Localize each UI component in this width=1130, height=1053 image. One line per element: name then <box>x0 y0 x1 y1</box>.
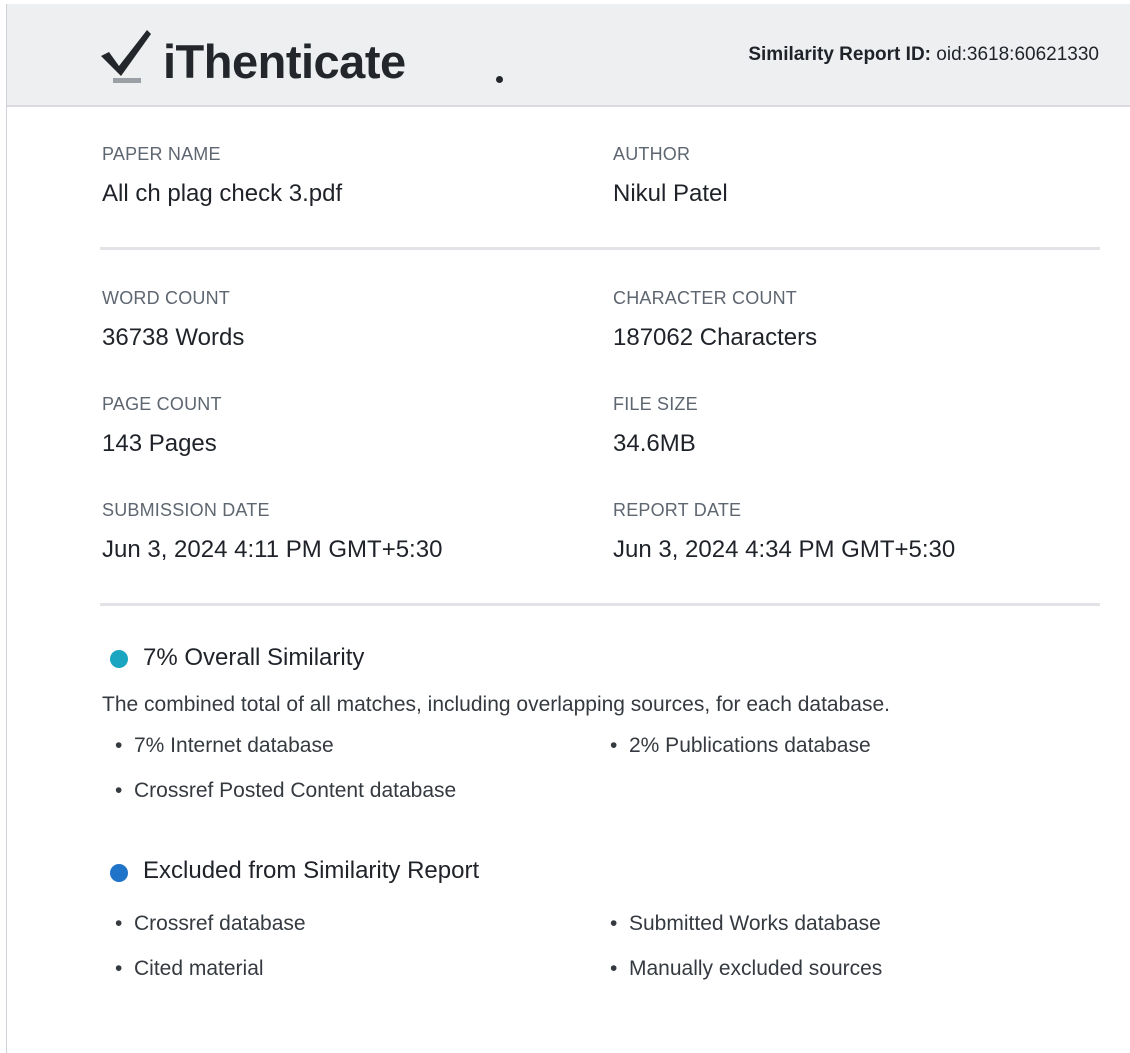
excluded-dot-icon <box>110 864 128 882</box>
registered-mark-icon <box>496 76 503 83</box>
similarity-description: The combined total of all matches, inclu… <box>102 693 890 716</box>
paper-name-value: All ch plag check 3.pdf <box>102 180 343 207</box>
bullet-icon: • <box>115 779 123 802</box>
excluded-title: Excluded from Similarity Report <box>143 857 480 884</box>
list-item: • 7% Internet database <box>115 734 334 757</box>
author-label: AUTHOR <box>613 144 691 164</box>
report-date-value: Jun 3, 2024 4:34 PM GMT+5:30 <box>613 536 956 563</box>
report-header: iThenticate Similarity Report ID: oid:36… <box>7 4 1130 107</box>
list-item: • Crossref database <box>115 912 306 935</box>
bullet-icon: • <box>610 734 618 757</box>
paper-name-label: PAPER NAME <box>102 144 221 164</box>
list-item: • Submitted Works database <box>610 912 881 935</box>
character-count-label: CHARACTER COUNT <box>613 288 798 308</box>
page-count-value: 143 Pages <box>102 430 217 457</box>
bullet-icon: • <box>115 957 123 980</box>
report-page: iThenticate Similarity Report ID: oid:36… <box>6 4 1130 1053</box>
report-id-label: Similarity Report ID: <box>748 44 931 65</box>
bullet-icon: • <box>115 734 123 757</box>
report-id-value: oid:3618:60621330 <box>936 44 1099 65</box>
character-count-value: 187062 Characters <box>613 324 818 351</box>
word-count-value: 36738 Words <box>102 324 245 351</box>
similarity-dot-icon <box>110 650 128 668</box>
divider <box>100 603 1100 606</box>
bullet-icon: • <box>115 912 123 935</box>
brand-name: iThenticate <box>163 35 406 88</box>
submission-date-value: Jun 3, 2024 4:11 PM GMT+5:30 <box>102 536 443 563</box>
report-date-label: REPORT DATE <box>613 500 742 520</box>
page-count-label: PAGE COUNT <box>102 394 222 414</box>
author-value: Nikul Patel <box>613 180 728 207</box>
submission-date-label: SUBMISSION DATE <box>102 500 270 520</box>
list-item: • Crossref Posted Content database <box>115 779 457 802</box>
list-item: • Manually excluded sources <box>610 957 883 980</box>
bullet-icon: • <box>610 957 618 980</box>
divider <box>100 247 1100 250</box>
checkmark-icon <box>101 30 151 83</box>
report-id: Similarity Report ID: oid:3618:60621330 <box>748 44 1099 66</box>
bullet-icon: • <box>610 912 618 935</box>
list-item: • Cited material <box>115 957 264 980</box>
file-size-value: 34.6MB <box>613 430 696 457</box>
file-size-label: FILE SIZE <box>613 394 698 414</box>
list-item: • 2% Publications database <box>610 734 871 757</box>
word-count-label: WORD COUNT <box>102 288 230 308</box>
similarity-title: 7% Overall Similarity <box>143 644 365 671</box>
